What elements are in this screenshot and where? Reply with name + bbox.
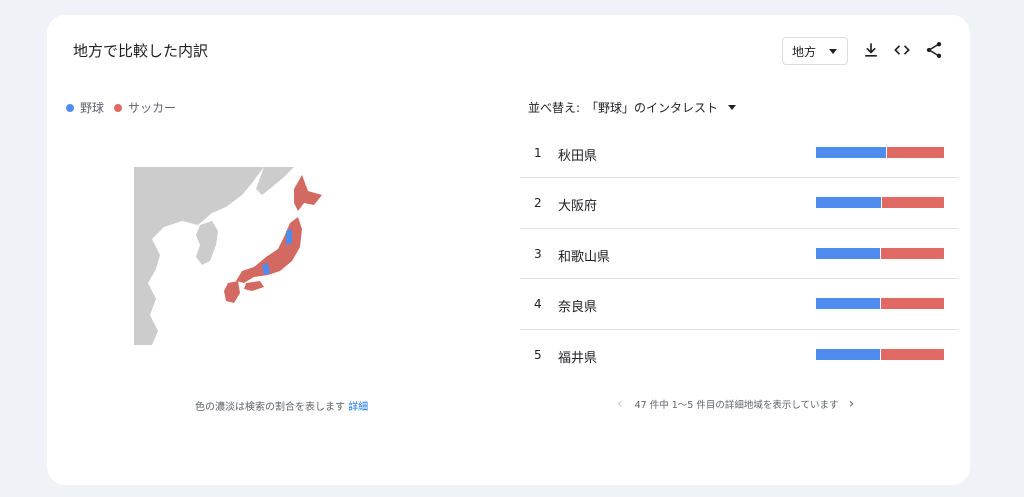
- chevron-down-icon: [829, 49, 837, 54]
- comparison-bar: [816, 247, 944, 259]
- legend-item-soccer[interactable]: サッカー: [114, 99, 176, 116]
- legend-dot-soccer: [114, 103, 123, 112]
- japan-region-map[interactable]: [134, 165, 354, 345]
- list-item[interactable]: 3 和歌山県: [520, 229, 958, 280]
- soccer-share-bar: [881, 298, 944, 310]
- baseball-share-bar: [816, 197, 881, 209]
- comparison-bar: [816, 197, 944, 209]
- baseball-share-bar: [816, 348, 880, 360]
- pagination: ‹ 47 件中 1〜5 件目の詳細地域を表示しています ›: [617, 396, 854, 412]
- pagination-text: 47 件中 1〜5 件目の詳細地域を表示しています: [634, 400, 839, 411]
- list-item[interactable]: 2 大阪府: [520, 178, 958, 229]
- comparison-bar: [816, 348, 944, 360]
- soccer-share-bar: [881, 247, 944, 259]
- legend-label: サッカー: [128, 101, 177, 115]
- share-icon[interactable]: [924, 40, 944, 60]
- rank-number: 2: [534, 196, 542, 211]
- rank-number: 1: [534, 146, 542, 160]
- russia-far-east: [256, 167, 294, 195]
- region-name: 大阪府: [558, 199, 598, 215]
- list-item[interactable]: 4 奈良県: [520, 279, 958, 330]
- details-link[interactable]: 詳細: [348, 402, 368, 413]
- geo-resolution-select[interactable]: 地方: [782, 37, 848, 65]
- sort-value: 「野球」のインタレスト: [586, 101, 719, 115]
- legend-label: 野球: [80, 101, 105, 115]
- baseball-share-bar: [816, 147, 886, 158]
- rank-number: 3: [534, 246, 542, 261]
- download-icon[interactable]: [861, 40, 881, 60]
- chevron-right-icon[interactable]: ›: [849, 396, 855, 412]
- map-note: 色の濃淡は検索の割合を表します 詳細: [195, 398, 368, 413]
- kyushu-region[interactable]: [224, 281, 240, 303]
- sort-dropdown[interactable]: 並べ替え: 「野球」のインタレスト: [528, 99, 737, 116]
- legend-dot-baseball: [66, 103, 74, 112]
- akita-prefecture[interactable]: [286, 229, 292, 245]
- shikoku-region[interactable]: [244, 281, 264, 291]
- baseball-share-bar: [816, 247, 880, 259]
- soccer-share-bar: [882, 197, 944, 209]
- hokkaido-region[interactable]: [294, 175, 322, 211]
- list-item[interactable]: 5 福井県: [520, 330, 958, 380]
- region-name: 福井県: [558, 350, 598, 366]
- chevron-down-icon: [728, 105, 737, 110]
- korean-peninsula: [196, 221, 218, 265]
- comparison-bar: [816, 147, 944, 158]
- geo-select-label: 地方: [792, 44, 817, 59]
- rank-number: 4: [534, 297, 542, 312]
- region-name: 和歌山県: [558, 249, 611, 265]
- region-name: 秋田県: [558, 149, 598, 164]
- soccer-share-bar: [887, 147, 944, 158]
- embed-code-icon[interactable]: [892, 40, 912, 60]
- region-list: 1 秋田県 2 大阪府 3 和歌山県 4 奈良県 5 福井県: [520, 128, 958, 380]
- comparison-card: 地方で比較した内訳 地方 野球 サッカー 色の濃淡は検索の割合を表します 詳細 …: [47, 15, 970, 485]
- card-title: 地方で比較した内訳: [73, 42, 209, 60]
- baseball-share-bar: [816, 298, 880, 310]
- comparison-bar: [816, 298, 944, 310]
- rank-number: 5: [534, 347, 542, 362]
- sort-prefix: 並べ替え:: [528, 101, 581, 115]
- list-item[interactable]: 1 秋田県: [520, 128, 958, 179]
- chevron-left-icon[interactable]: ‹: [617, 396, 623, 412]
- map-note-text: 色の濃淡は検索の割合を表します: [195, 402, 345, 413]
- legend-item-baseball[interactable]: 野球: [66, 99, 104, 116]
- soccer-share-bar: [881, 348, 944, 360]
- chart-legend: 野球 サッカー: [66, 99, 186, 116]
- region-name: 奈良県: [558, 300, 598, 316]
